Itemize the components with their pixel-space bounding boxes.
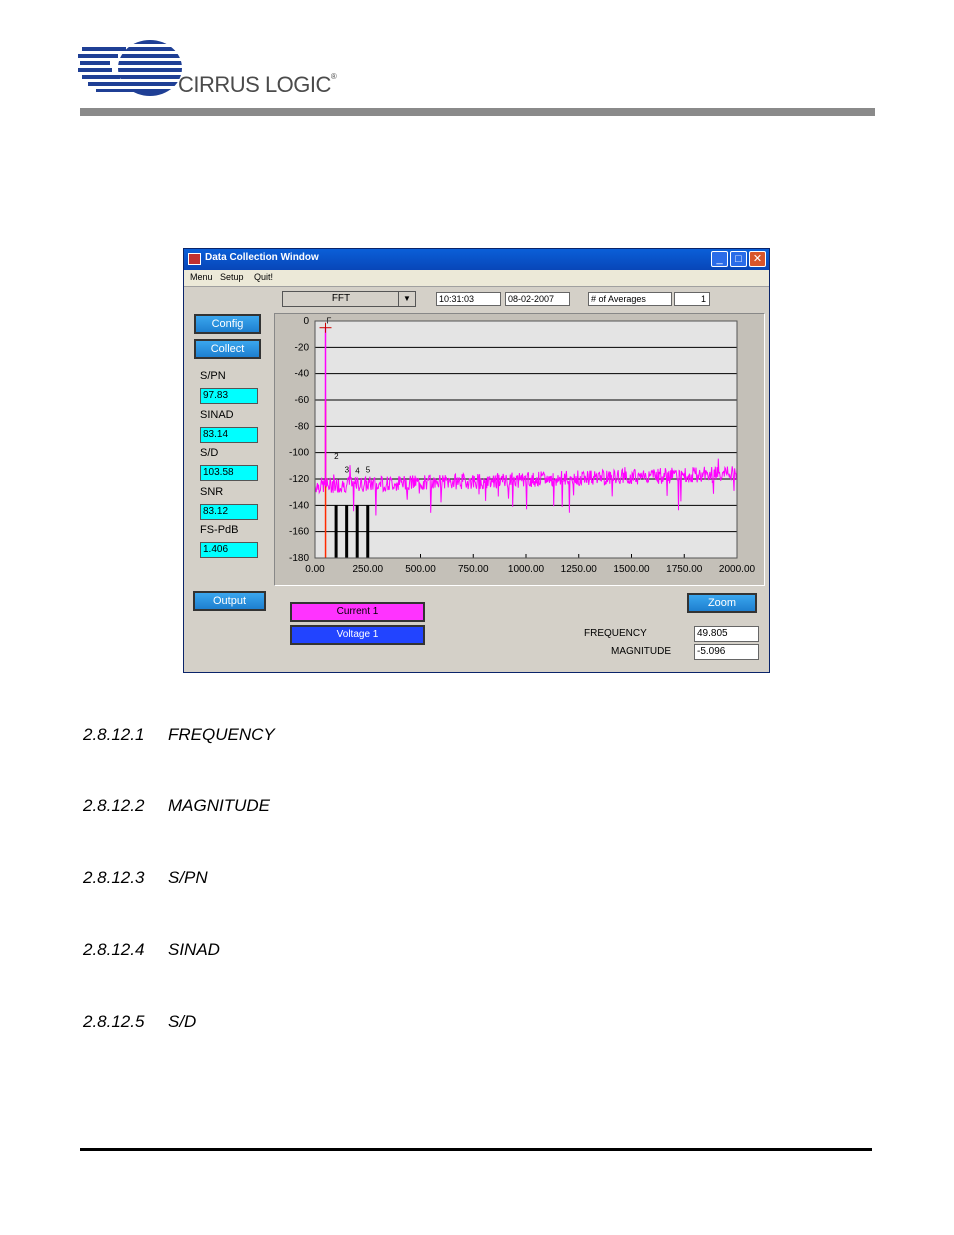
metric-value-sd: 103.58	[200, 465, 258, 481]
section-heading-magnitude: 2.8.12.2 MAGNITUDE	[83, 796, 270, 816]
section-heading-sinad: 2.8.12.4 SINAD	[83, 940, 220, 960]
output-button[interactable]: Output	[193, 591, 266, 611]
config-button[interactable]: Config	[194, 314, 261, 334]
frequency-value: 49.805	[694, 626, 759, 642]
header-rule	[80, 108, 875, 116]
x-tick-label: 750.00	[458, 564, 489, 575]
window-titlebar[interactable]: Data Collection Window _ □ ✕	[184, 249, 769, 270]
frequency-label: FREQUENCY	[584, 628, 647, 639]
logo-wordmark: CIRRUS LOGIC®	[178, 72, 337, 97]
channel-button-current-1[interactable]: Current 1	[290, 602, 425, 622]
x-tick-label: 1000.00	[508, 564, 545, 575]
magnitude-label: MAGNITUDE	[611, 646, 671, 657]
collect-button[interactable]: Collect	[194, 339, 261, 359]
section-number: 2.8.12.5	[83, 1012, 145, 1031]
y-tick-label: 0	[303, 316, 309, 327]
section-number: 2.8.12.1	[83, 725, 145, 744]
y-tick-label: -160	[289, 527, 309, 538]
section-title: SINAD	[168, 940, 220, 959]
footer-rule	[80, 1148, 872, 1151]
metric-value-sinad: 83.14	[200, 427, 258, 443]
section-title: S/PN	[168, 868, 208, 887]
app-icon	[188, 253, 201, 265]
section-number: 2.8.12.4	[83, 940, 145, 959]
x-tick-label: 1250.00	[561, 564, 598, 575]
data-collection-window: Data Collection Window _ □ ✕ Menu Setup …	[183, 248, 770, 673]
chevron-down-icon: ▼	[398, 292, 415, 306]
x-tick-label: 500.00	[405, 564, 436, 575]
mode-select-value: FFT	[331, 293, 351, 304]
zoom-button[interactable]: Zoom	[687, 593, 757, 613]
harmonic-label: 2	[334, 452, 339, 461]
menu-item-quit[interactable]: Quit!	[254, 272, 273, 282]
window-title: Data Collection Window	[205, 252, 319, 263]
section-heading-sd: 2.8.12.5 S/D	[83, 1012, 196, 1032]
x-tick-label: 1750.00	[666, 564, 703, 575]
magnitude-value: -5.096	[694, 644, 759, 660]
menu-bar: Menu Setup Quit!	[184, 270, 769, 287]
averages-input[interactable]: 1	[674, 292, 710, 306]
section-heading-spn: 2.8.12.3 S/PN	[83, 868, 208, 888]
harmonic-label: 3	[345, 465, 350, 474]
y-tick-label: -40	[295, 369, 310, 380]
x-tick-label: 2000.00	[719, 564, 756, 575]
averages-label: # of Averages	[588, 292, 672, 306]
mode-select[interactable]: FFT ▼	[282, 291, 416, 307]
metric-value-fspdb: 1.406	[200, 542, 258, 558]
menu-item-setup[interactable]: Setup	[220, 272, 244, 282]
y-tick-label: -80	[295, 421, 310, 432]
x-tick-label: 250.00	[352, 564, 383, 575]
menu-item-menu[interactable]: Menu	[190, 272, 213, 282]
channel-button-voltage-1[interactable]: Voltage 1	[290, 625, 425, 645]
metric-label-snr: SNR	[200, 486, 224, 498]
date-field: 08-02-2007	[505, 292, 570, 306]
metric-label-fspdb: FS-PdB	[200, 524, 239, 536]
x-tick-label: 1500.00	[613, 564, 650, 575]
y-tick-label: -60	[295, 395, 310, 406]
metric-label-spn: S/PN	[200, 370, 226, 382]
fft-chart: 0-20-40-60-80-100-120-140-160-1800.00 250…	[289, 316, 756, 575]
section-heading-frequency: 2.8.12.1 FREQUENCY	[83, 725, 275, 745]
harmonic-label: 4	[355, 467, 360, 476]
y-tick-label: -140	[289, 500, 309, 511]
maximize-button[interactable]: □	[730, 251, 747, 267]
section-number: 2.8.12.2	[83, 796, 145, 815]
metric-value-snr: 83.12	[200, 504, 258, 520]
metric-value-spn: 97.83	[200, 388, 258, 404]
time-field: 10:31:03	[436, 292, 501, 306]
y-tick-label: -100	[289, 448, 309, 459]
metric-label-sinad: SINAD	[200, 409, 234, 421]
minimize-button[interactable]: _	[711, 251, 728, 267]
metric-label-sd: S/D	[200, 447, 219, 459]
section-title: FREQUENCY	[168, 725, 275, 744]
y-tick-label: -180	[289, 553, 309, 564]
harmonic-label: 5	[366, 465, 371, 474]
close-button[interactable]: ✕	[749, 251, 766, 267]
y-tick-label: -120	[289, 474, 309, 485]
y-tick-label: -20	[295, 342, 310, 353]
section-number: 2.8.12.3	[83, 868, 145, 887]
section-title: MAGNITUDE	[168, 796, 270, 815]
section-title: S/D	[168, 1012, 197, 1031]
plot-area	[315, 321, 737, 558]
x-tick-label: 0.00	[305, 564, 325, 575]
